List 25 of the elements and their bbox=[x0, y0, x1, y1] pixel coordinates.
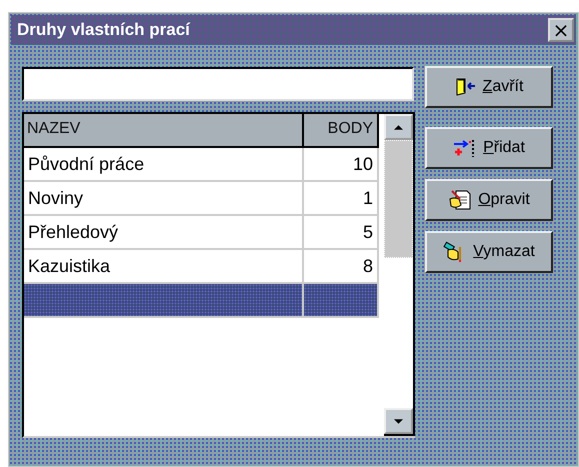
table-cell: Kazuistika bbox=[24, 250, 304, 284]
table-cell: 1 bbox=[304, 182, 379, 216]
table-cell: 5 bbox=[304, 216, 379, 250]
delete-button[interactable]: Vymazat bbox=[425, 231, 553, 273]
table-cell: Noviny bbox=[24, 182, 304, 216]
column-header[interactable]: BODY bbox=[304, 114, 379, 148]
column-header[interactable]: NAZEV bbox=[24, 114, 304, 148]
scroll-down-button[interactable] bbox=[384, 408, 413, 434]
input-field[interactable] bbox=[22, 67, 414, 101]
table-cell: Původní práce bbox=[24, 148, 304, 182]
window-title: Druhy vlastních prací bbox=[17, 20, 190, 40]
close-button[interactable]: × bbox=[548, 18, 574, 42]
scroll-thumb[interactable] bbox=[384, 140, 413, 258]
up-triangle-icon bbox=[394, 124, 404, 130]
table-cell: 10 bbox=[304, 148, 379, 182]
table-cell: Přehledový bbox=[24, 216, 304, 250]
hand-document-icon bbox=[448, 189, 472, 211]
close-button[interactable]: Zavřít bbox=[425, 66, 553, 108]
table-cell: 8 bbox=[304, 250, 379, 284]
down-triangle-icon bbox=[394, 418, 404, 424]
door-arrow-icon bbox=[454, 77, 477, 97]
add-button[interactable]: Přidat bbox=[425, 127, 553, 169]
scroll-up-button[interactable] bbox=[384, 114, 413, 140]
scroll-bar[interactable] bbox=[384, 114, 415, 436]
edit-button[interactable]: Opravit bbox=[425, 179, 553, 221]
